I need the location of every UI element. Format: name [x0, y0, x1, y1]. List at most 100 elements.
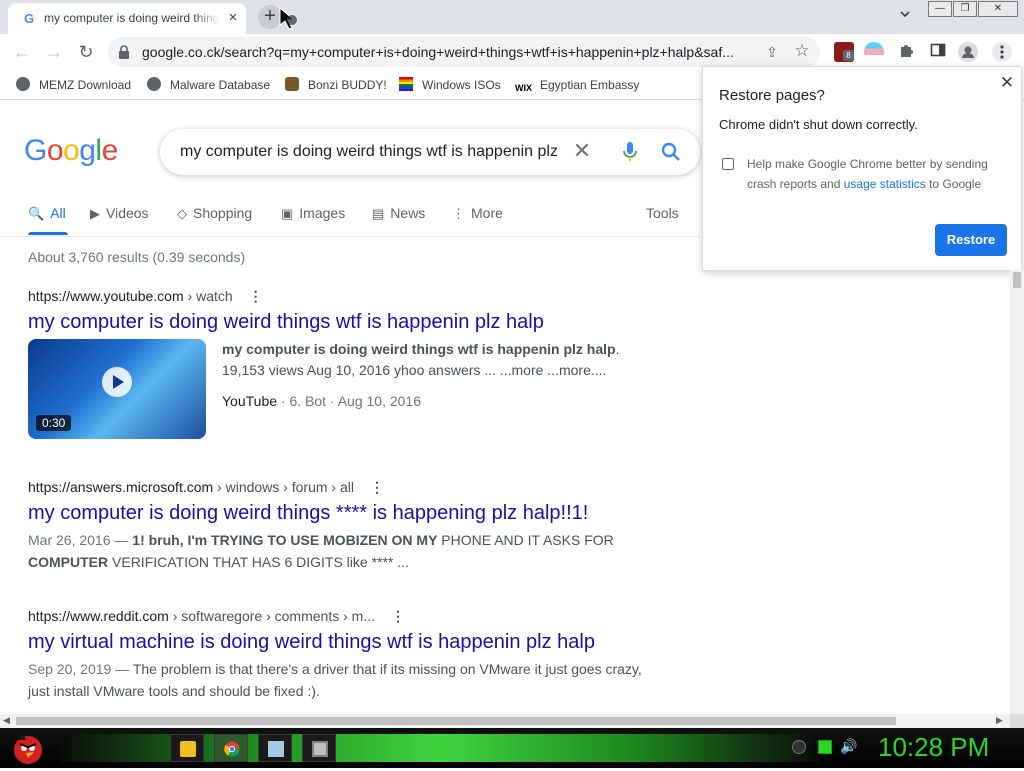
- search-icon: 🔍: [28, 206, 45, 221]
- vertical-scrollbar[interactable]: [1010, 270, 1024, 715]
- tools-button[interactable]: Tools: [646, 205, 679, 221]
- taskbar-clock[interactable]: 10:28 PM: [878, 732, 989, 763]
- search-result: https://www.youtube.com › watch ⋮ my comp…: [28, 288, 648, 448]
- tab-all[interactable]: 🔍 All: [28, 205, 66, 222]
- video-info: my computer is doing weird things wtf is…: [222, 339, 642, 412]
- result-url[interactable]: https://answers.microsoft.com › windows …: [28, 479, 648, 496]
- tab-news[interactable]: ▤ News: [372, 205, 425, 222]
- tab-label: More: [471, 205, 503, 221]
- snippet-part: VERIFICATION THAT HAS 6 DIGITS like ****…: [108, 554, 409, 570]
- tab-shopping[interactable]: ◇ Shopping: [177, 205, 252, 222]
- checkbox-text: to Google: [925, 177, 982, 191]
- result-title-link[interactable]: my virtual machine is doing weird things…: [28, 631, 648, 654]
- result-url[interactable]: https://www.youtube.com › watch ⋮: [28, 288, 648, 305]
- more-options-icon[interactable]: ⋮: [391, 608, 405, 625]
- bookmark-label: Bonzi BUDDY!: [308, 78, 387, 92]
- browser-tab[interactable]: G my computer is doing weird things wtf …: [8, 3, 246, 34]
- bookmark-egyptian-embassy[interactable]: WIX Egyptian Embassy: [515, 76, 639, 94]
- tab-videos[interactable]: ▶ Videos: [90, 205, 149, 222]
- close-icon[interactable]: ✕: [997, 73, 1017, 93]
- restore-window-button[interactable]: ❐: [953, 1, 977, 17]
- scrollbar-thumb[interactable]: [1013, 272, 1021, 288]
- flag-extension-icon[interactable]: [864, 42, 884, 62]
- search-box[interactable]: my computer is doing weird things wtf is…: [160, 129, 700, 175]
- result-site: https://answers.microsoft.com: [28, 479, 214, 495]
- tab-images[interactable]: ▣ Images: [281, 205, 345, 222]
- reload-button[interactable]: ↻: [74, 40, 98, 64]
- restore-pages-dialog: Restore pages? ✕ Chrome didn't shut down…: [702, 66, 1022, 271]
- bookmark-windows-isos[interactable]: Windows ISOs: [399, 76, 501, 94]
- globe-icon: [16, 77, 30, 91]
- puzzle-extensions-icon[interactable]: [896, 42, 916, 62]
- search-input[interactable]: my computer is doing weird things wtf is…: [180, 143, 558, 161]
- active-tab-indicator: [28, 232, 68, 235]
- angry-bird-start-icon[interactable]: [8, 730, 48, 766]
- restore-button[interactable]: Restore: [935, 224, 1007, 256]
- scroll-right-arrow-icon[interactable]: ▶: [996, 715, 1003, 726]
- volume-icon[interactable]: 🔊: [840, 738, 858, 756]
- bookmark-memz[interactable]: MEMZ Download: [16, 76, 131, 94]
- back-button[interactable]: ←: [10, 40, 34, 64]
- result-date: Sep 20, 2019 —: [28, 661, 133, 677]
- video-duration: 0:30: [36, 415, 72, 431]
- dialog-title: Restore pages?: [719, 87, 825, 104]
- lock-icon[interactable]: [118, 45, 130, 59]
- rainbow-flag-icon: [399, 77, 413, 91]
- profile-avatar-icon[interactable]: [958, 42, 978, 62]
- notepad-taskbar-icon[interactable]: [258, 734, 292, 762]
- more-options-icon[interactable]: ⋮: [249, 288, 263, 305]
- bookmark-label: MEMZ Download: [39, 78, 132, 92]
- tray-arrow-icon[interactable]: [792, 740, 806, 754]
- file-explorer-taskbar-icon[interactable]: [170, 734, 204, 762]
- scrollbar-thumb[interactable]: [16, 717, 896, 725]
- usage-statistics-link[interactable]: usage statistics: [844, 177, 926, 191]
- shield-extension-icon[interactable]: 8: [834, 42, 854, 62]
- dialog-message: Chrome didn't shut down correctly.: [719, 117, 918, 132]
- google-logo[interactable]: Google: [24, 134, 118, 168]
- image-icon: ▣: [281, 206, 294, 221]
- bookmark-malware-database[interactable]: Malware Database: [147, 76, 270, 94]
- newspaper-icon: ▤: [372, 206, 385, 221]
- tab-search-chevron-icon[interactable]: [896, 8, 914, 26]
- computer-taskbar-icon[interactable]: [302, 734, 336, 762]
- video-snippet-end: .: [615, 341, 620, 357]
- tag-icon: ◇: [177, 206, 187, 221]
- close-window-button[interactable]: ✕: [978, 1, 1018, 17]
- video-snippet: 19,153 views Aug 10, 2016 yhoo answers .…: [222, 362, 607, 378]
- chrome-taskbar-icon[interactable]: [214, 734, 248, 762]
- minimize-button[interactable]: —: [928, 1, 952, 17]
- result-title-link[interactable]: my computer is doing weird things wtf is…: [28, 311, 648, 334]
- search-icon[interactable]: [660, 141, 682, 163]
- result-snippet: Mar 26, 2016 — 1! bruh, I'm TRYING TO US…: [28, 529, 648, 573]
- scroll-left-arrow-icon[interactable]: ◀: [3, 715, 10, 726]
- bookmark-bonzi-buddy[interactable]: Bonzi BUDDY!: [285, 76, 387, 94]
- url-text[interactable]: google.co.ck/search?q=my+computer+is+doi…: [142, 44, 754, 60]
- result-path: › softwaregore › comments › m...: [168, 608, 375, 624]
- crash-report-checkbox[interactable]: [722, 158, 734, 170]
- bookmark-star-icon[interactable]: ☆: [792, 41, 812, 61]
- result-site: https://www.reddit.com: [28, 608, 169, 624]
- battery-icon[interactable]: [818, 740, 832, 754]
- horizontal-scrollbar[interactable]: ◀ ▶: [0, 714, 1010, 728]
- menu-kebab-icon[interactable]: [992, 42, 1012, 62]
- tab-more[interactable]: ⋮ More: [452, 205, 503, 222]
- system-tray: 🔊: [780, 734, 870, 762]
- taskbar: 🔊 10:28 PM: [0, 728, 1024, 768]
- bookmark-label: Malware Database: [170, 78, 271, 92]
- tab-close-icon[interactable]: ×: [224, 9, 242, 27]
- result-url[interactable]: https://www.reddit.com › softwaregore › …: [28, 608, 648, 625]
- more-options-icon[interactable]: ⋮: [370, 479, 384, 496]
- result-title-link[interactable]: my computer is doing weird things **** i…: [28, 502, 648, 525]
- snippet-part: COMPUTER: [28, 554, 109, 570]
- bonzi-icon: [285, 77, 299, 91]
- side-panel-icon[interactable]: [928, 42, 948, 62]
- video-thumbnail[interactable]: 0:30: [28, 339, 206, 439]
- address-bar[interactable]: google.co.ck/search?q=my+computer+is+doi…: [108, 37, 820, 67]
- browser-toolbar: ← → ↻ google.co.ck/search?q=my+computer+…: [0, 34, 1024, 70]
- clear-search-icon[interactable]: ✕: [570, 139, 594, 163]
- microphone-icon[interactable]: [622, 141, 638, 163]
- forward-button[interactable]: →: [42, 40, 66, 64]
- search-result: https://answers.microsoft.com › windows …: [28, 479, 648, 573]
- share-icon[interactable]: ⇪: [762, 42, 782, 62]
- result-snippet: Sep 20, 2019 — The problem is that there…: [28, 658, 648, 702]
